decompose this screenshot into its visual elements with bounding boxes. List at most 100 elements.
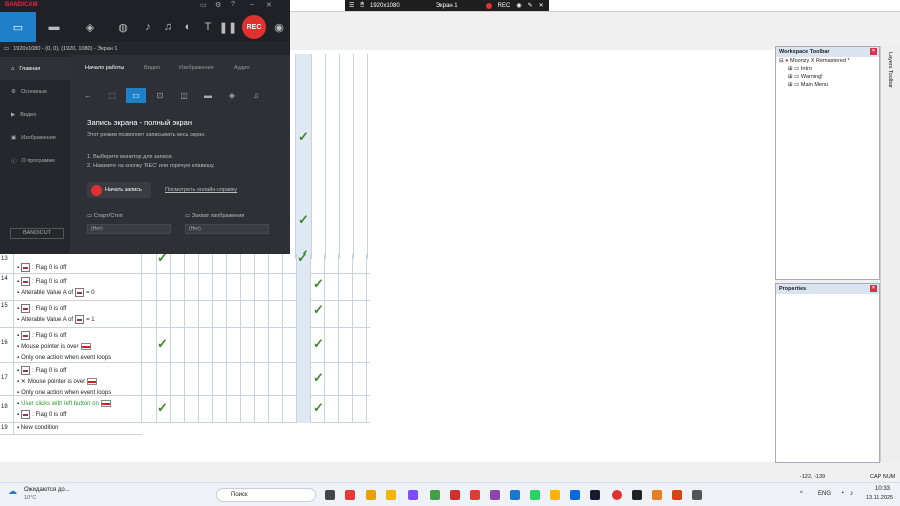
- tab-getting-started[interactable]: Начало работы: [85, 65, 124, 71]
- text-icon[interactable]: T: [198, 12, 218, 42]
- back-icon[interactable]: ←: [78, 88, 98, 103]
- online-help-link[interactable]: Посмотреть онлайн-справку: [165, 187, 237, 193]
- bandicam-window: BANDICAM ▭ ⚙ ? – ✕ ▭ ▬ ◈ ◍ ♪ ♫ ◐ T ❚❚ RE…: [0, 0, 290, 254]
- mouse-icon[interactable]: ◐: [178, 12, 198, 42]
- tab-video[interactable]: Видео: [144, 65, 160, 71]
- sidebar-label: Видео: [20, 111, 37, 118]
- event-row-19[interactable]: 19 ▪ New condition: [0, 423, 142, 435]
- app-icon[interactable]: [632, 490, 642, 500]
- object-icon: [21, 410, 31, 419]
- sidebar-item-home[interactable]: ⌂ Главная: [0, 57, 70, 80]
- camera-icon[interactable]: ◉: [516, 2, 521, 9]
- powerpoint-icon[interactable]: [672, 490, 682, 500]
- tree-root[interactable]: ⊟ ● Moonzy X Remastered *: [776, 57, 879, 65]
- object-icon: [21, 263, 31, 272]
- bandicut-button[interactable]: BANDICUT: [10, 228, 64, 239]
- tree-node-main-menu[interactable]: ⊞ ▭ Main Menu: [776, 81, 879, 89]
- clock-date[interactable]: 13.11.2025: [866, 495, 893, 501]
- hotkey-capture-label: ▭ Захват изображения: [185, 213, 245, 219]
- app-icon[interactable]: [692, 490, 702, 500]
- sidebar-item-general[interactable]: ⚙ Основные: [0, 80, 70, 103]
- game-bar-icon[interactable]: ▬: [36, 12, 72, 42]
- sidebar-item-video[interactable]: ▶ Видео: [0, 103, 70, 126]
- window-icon[interactable]: ◫: [174, 88, 194, 103]
- gamepad-icon[interactable]: ◈: [222, 88, 242, 103]
- around-mouse-icon[interactable]: ⊡: [150, 88, 170, 103]
- rec-label[interactable]: REC: [498, 3, 511, 9]
- app-icon[interactable]: [386, 490, 396, 500]
- speaker-icon[interactable]: ♪: [138, 12, 158, 42]
- edge-icon[interactable]: [510, 490, 520, 500]
- fullscreen-icon[interactable]: ▭: [126, 88, 146, 103]
- app-icon[interactable]: [450, 490, 460, 500]
- sidebar-item-images[interactable]: ▣ Изображения: [0, 126, 70, 149]
- hotkey-capture-field[interactable]: (Нет): [185, 224, 269, 234]
- clock-time[interactable]: 10:33: [875, 486, 890, 492]
- mic-icon[interactable]: ♫: [158, 12, 178, 42]
- condition-text: Mouse pointer is over: [27, 378, 86, 385]
- minimize-icon[interactable]: –: [250, 1, 254, 8]
- close-icon[interactable]: ✕: [266, 1, 272, 9]
- mouse-coords: -122, -139: [800, 474, 826, 480]
- start-record-button[interactable]: Начать запись: [87, 182, 151, 198]
- tab-audio[interactable]: Аудио: [234, 65, 250, 71]
- menu-icon[interactable]: ☰: [349, 2, 354, 9]
- app-icon[interactable]: [430, 490, 440, 500]
- opera-icon[interactable]: [470, 490, 480, 500]
- tab-images[interactable]: Изображения: [179, 65, 214, 71]
- tray-chevron-icon[interactable]: ^: [800, 491, 803, 497]
- help-icon[interactable]: ?: [231, 1, 235, 8]
- condition-text: User clicks with left button on: [21, 400, 99, 407]
- condition-value: = 0: [86, 289, 95, 296]
- volume-icon[interactable]: ♪: [850, 490, 854, 497]
- pause-icon[interactable]: ❚❚: [218, 12, 238, 42]
- weather-temp: 10°C: [24, 495, 37, 501]
- check-icon: ✓: [157, 400, 168, 415]
- screen-mode-icon[interactable]: ▭: [0, 12, 36, 42]
- webcam-icon[interactable]: ◍: [108, 12, 138, 42]
- video-icon: ▶: [11, 111, 16, 118]
- language-indicator[interactable]: ENG: [818, 491, 831, 497]
- event-number: 19: [0, 423, 14, 434]
- photoshop-icon[interactable]: [590, 490, 600, 500]
- weather-text[interactable]: Ожидаются до...: [24, 487, 70, 493]
- task-view-icon[interactable]: [325, 490, 335, 500]
- gear-icon[interactable]: ⚙: [215, 1, 221, 9]
- hotkey-record-field[interactable]: (Нет): [87, 224, 171, 234]
- check-icon: ✓: [313, 302, 324, 317]
- layers-toolbar-tab[interactable]: Layers Toolbar: [887, 52, 893, 88]
- close-icon[interactable]: ✕: [539, 2, 544, 9]
- app-icon[interactable]: [652, 490, 662, 500]
- app-icon[interactable]: [490, 490, 500, 500]
- bandicam-icon[interactable]: [612, 490, 622, 500]
- device-icon[interactable]: ▬: [198, 88, 218, 103]
- folder-icon[interactable]: ▭: [200, 1, 207, 9]
- app-icon[interactable]: [570, 490, 580, 500]
- tree-node-warning[interactable]: ⊞ ▭ Warning!: [776, 73, 879, 81]
- yandex-icon[interactable]: [345, 490, 355, 500]
- camera-icon[interactable]: ◉: [270, 12, 288, 42]
- close-icon[interactable]: ×: [870, 48, 877, 55]
- audio-only-icon[interactable]: ♫: [246, 88, 266, 103]
- taskbar-search[interactable]: Поиск: [216, 488, 316, 502]
- workspace-toolbar-panel: Workspace Toolbar × ⊟ ● Moonzy X Remaster…: [775, 46, 880, 280]
- region-icon[interactable]: ⬚: [102, 88, 122, 103]
- whatsapp-icon[interactable]: [530, 490, 540, 500]
- explorer-icon[interactable]: [550, 490, 560, 500]
- event-number: 18: [0, 396, 14, 422]
- gamepad-icon[interactable]: ◈: [72, 12, 108, 42]
- tree-node-intro[interactable]: ⊞ ▭ Intro: [776, 65, 879, 73]
- close-icon[interactable]: ×: [870, 285, 877, 292]
- app-icon[interactable]: [366, 490, 376, 500]
- app-icon[interactable]: [408, 490, 418, 500]
- bandicam-sidebar: ⌂ Главная ⚙ Основные ▶ Видео ▣ Изображения ⓘ…: [0, 55, 70, 254]
- wifi-icon[interactable]: ◔: [840, 490, 844, 497]
- pen-icon[interactable]: ✎: [528, 2, 533, 9]
- taskbar: ☁ Ожидаются до... 10°C Поиск ^ ENG ◔ ♪ 1…: [0, 482, 900, 506]
- object-icon: [75, 288, 85, 297]
- sidebar-item-about[interactable]: ⓘ О программе: [0, 149, 70, 172]
- rec-button[interactable]: REC: [238, 12, 270, 42]
- new-condition[interactable]: New condition: [21, 425, 59, 431]
- sidebar-label: Изображения: [21, 134, 56, 141]
- check-icon: ✓: [298, 129, 309, 144]
